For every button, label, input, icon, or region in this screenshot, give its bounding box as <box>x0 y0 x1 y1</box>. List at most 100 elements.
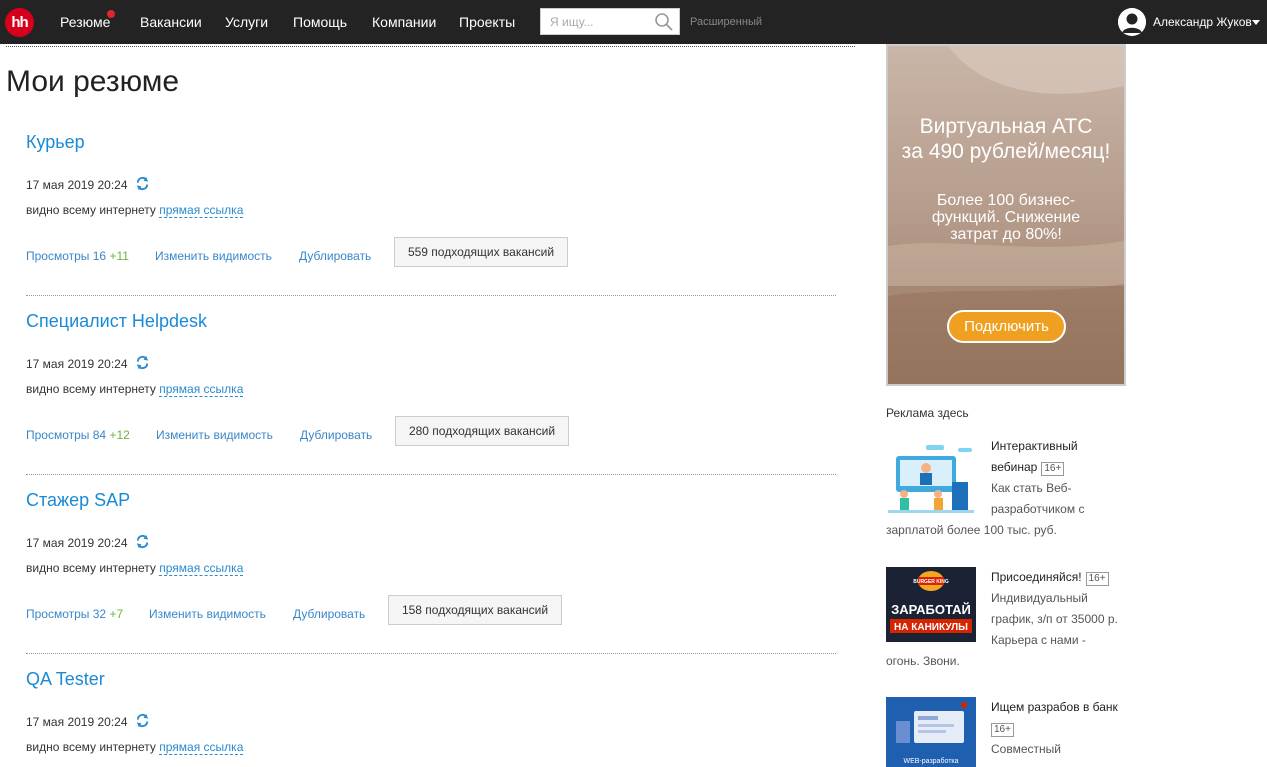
banner-sub-line: Более 100 бизнес- <box>936 192 1076 209</box>
ad-image[interactable]: BURGER KING ЗАРАБОТАЙ НА КАНИКУЛЫ <box>886 567 976 642</box>
age-rating-badge: 16+ <box>1085 572 1109 586</box>
resume-visibility: видно всему интернету прямая ссылка <box>26 203 244 218</box>
views-label: Просмотры 32 <box>26 607 107 621</box>
search-input[interactable] <box>541 9 651 34</box>
resume-card: Курьер 17 мая 2019 20:24 видно всему инт… <box>26 132 836 297</box>
ad-text: Совместный <box>991 739 1061 760</box>
ad-text: Как стать Веб- разработчиком с <box>991 478 1084 520</box>
nav-projects[interactable]: Проекты <box>459 14 515 30</box>
connect-button[interactable]: Подключить <box>947 310 1066 343</box>
ad-image-text: WEB-разработка <box>903 757 958 765</box>
nav-companies[interactable]: Компании <box>372 14 436 30</box>
duplicate-link[interactable]: Дублировать <box>293 607 365 621</box>
ad-text: зарплатой более 100 тыс. руб. <box>886 520 1057 541</box>
ad-image[interactable] <box>886 442 976 517</box>
ad-text-line: Индивидуальный <box>991 591 1088 605</box>
resume-title[interactable]: Специалист Helpdesk <box>26 311 207 332</box>
resume-title[interactable]: QA Tester <box>26 669 105 690</box>
resume-date: 17 мая 2019 20:24 <box>26 357 128 371</box>
ad-title-text: Присоединяйся! <box>991 570 1082 584</box>
matching-vacancies-button[interactable]: 559 подходящих вакансий <box>394 237 568 267</box>
views-link[interactable]: Просмотры 32 +7 <box>26 607 123 621</box>
page-title: Мои резюме <box>6 65 180 98</box>
top-navigation: hh Резюме Вакансии Услуги Помощь Компани… <box>0 0 1267 44</box>
banner-sub-line: функций. Снижение <box>931 209 1081 226</box>
ad-text: Индивидуальный график, з/п от 35000 р. К… <box>991 588 1118 651</box>
resume-visibility: видно всему интернету прямая ссылка <box>26 740 244 755</box>
age-rating-badge: 16+ <box>1041 462 1065 476</box>
refresh-icon[interactable] <box>135 713 150 728</box>
resume-card: Стажер SAP 17 мая 2019 20:24 видно всему… <box>26 490 836 655</box>
views-link[interactable]: Просмотры 84 +12 <box>26 428 130 442</box>
duplicate-link[interactable]: Дублировать <box>299 249 371 263</box>
ad-banner[interactable]: Виртуальная АТС за 490 рублей/месяц! Бол… <box>886 44 1126 386</box>
burger-king-ad: BURGER KING ЗАРАБОТАЙ НА КАНИКУЛЫ <box>886 567 976 642</box>
matching-vacancies-button[interactable]: 158 подходящих вакансий <box>388 595 562 625</box>
ad-text-line: огонь. Звони. <box>886 654 960 668</box>
resume-title[interactable]: Стажер SAP <box>26 490 130 511</box>
ad-title[interactable]: Присоединяйся! 16+ <box>991 567 1109 588</box>
refresh-icon[interactable] <box>135 534 150 549</box>
nav-vacancies[interactable]: Вакансии <box>140 14 202 30</box>
direct-link[interactable]: прямая ссылка <box>159 561 244 576</box>
resume-title[interactable]: Курьер <box>26 132 85 153</box>
hh-logo[interactable]: hh <box>5 8 34 37</box>
views-delta: +11 <box>109 249 129 263</box>
search-icon[interactable] <box>654 12 674 32</box>
change-visibility-link[interactable]: Изменить видимость <box>156 428 273 442</box>
visibility-text: видно всему интернету <box>26 740 156 754</box>
ad-image-text: НА КАНИКУЛЫ <box>894 622 968 633</box>
advanced-search-link[interactable]: Расширенный <box>690 16 762 28</box>
age-rating-badge: 16+ <box>991 723 1014 737</box>
visibility-text: видно всему интернету <box>26 561 156 575</box>
change-visibility-link[interactable]: Изменить видимость <box>149 607 266 621</box>
ad-text-line: график, з/п от 35000 р. <box>991 612 1118 626</box>
ad-image-text: ЗАРАБОТАЙ <box>891 602 971 617</box>
user-avatar-icon <box>1118 8 1146 36</box>
direct-link[interactable]: прямая ссылка <box>159 203 244 218</box>
user-name[interactable]: Александр Жуков <box>1153 15 1252 29</box>
ad-title[interactable]: Интерактивный вебинар 16+ <box>991 436 1078 478</box>
refresh-icon[interactable] <box>135 176 150 191</box>
direct-link[interactable]: прямая ссылка <box>159 382 244 397</box>
nav-resume[interactable]: Резюме <box>60 14 110 30</box>
resume-visibility: видно всему интернету прямая ссылка <box>26 382 244 397</box>
views-link[interactable]: Просмотры 16 +11 <box>26 249 129 263</box>
ad-text-line: разработчиком с <box>991 502 1085 516</box>
visibility-text: видно всему интернету <box>26 382 156 396</box>
duplicate-link[interactable]: Дублировать <box>300 428 372 442</box>
resume-date: 17 мая 2019 20:24 <box>26 178 128 192</box>
matching-vacancies-button[interactable]: 280 подходящих вакансий <box>395 416 569 446</box>
search-box <box>540 8 680 35</box>
ad-text-line: Как стать Веб- <box>991 481 1072 495</box>
change-visibility-link[interactable]: Изменить видимость <box>155 249 272 263</box>
banner-subtitle: Более 100 бизнес- функций. Снижение затр… <box>908 192 1104 243</box>
chevron-down-icon[interactable] <box>1252 20 1260 25</box>
web-dev-ad: WEB-разработка <box>886 697 976 767</box>
ad-text: огонь. Звони. <box>886 651 960 672</box>
webinar-illustration <box>886 442 976 517</box>
avatar[interactable] <box>1118 8 1146 36</box>
views-label: Просмотры 84 <box>26 428 107 442</box>
ad-title-line: Интерактивный <box>991 439 1078 453</box>
nav-help[interactable]: Помощь <box>293 14 347 30</box>
direct-link[interactable]: прямая ссылка <box>159 740 244 755</box>
ads-label[interactable]: Реклама здесь <box>886 406 969 420</box>
divider <box>26 474 836 475</box>
visibility-text: видно всему интернету <box>26 203 156 217</box>
ad-image[interactable]: WEB-разработка <box>886 697 976 767</box>
banner-title-line: за 490 рублей/месяц! <box>901 140 1111 163</box>
resume-date: 17 мая 2019 20:24 <box>26 715 128 729</box>
divider <box>26 295 836 296</box>
banner-title-line: Виртуальная АТС <box>919 115 1093 138</box>
views-label: Просмотры 16 <box>26 249 107 263</box>
refresh-icon[interactable] <box>135 355 150 370</box>
ad-title[interactable]: Ищем разрабов в банк 16+ <box>991 697 1118 739</box>
resume-card: QA Tester 17 мая 2019 20:24 видно всему … <box>26 669 836 764</box>
ad-title-line: Присоединяйся! 16+ <box>991 567 1109 588</box>
banner-title: Виртуальная АТС за 490 рублей/месяц! <box>888 114 1124 164</box>
views-delta: +7 <box>109 607 124 621</box>
nav-services[interactable]: Услуги <box>225 14 268 30</box>
ad-title-text: вебинар <box>991 460 1038 474</box>
notification-dot <box>107 10 115 18</box>
